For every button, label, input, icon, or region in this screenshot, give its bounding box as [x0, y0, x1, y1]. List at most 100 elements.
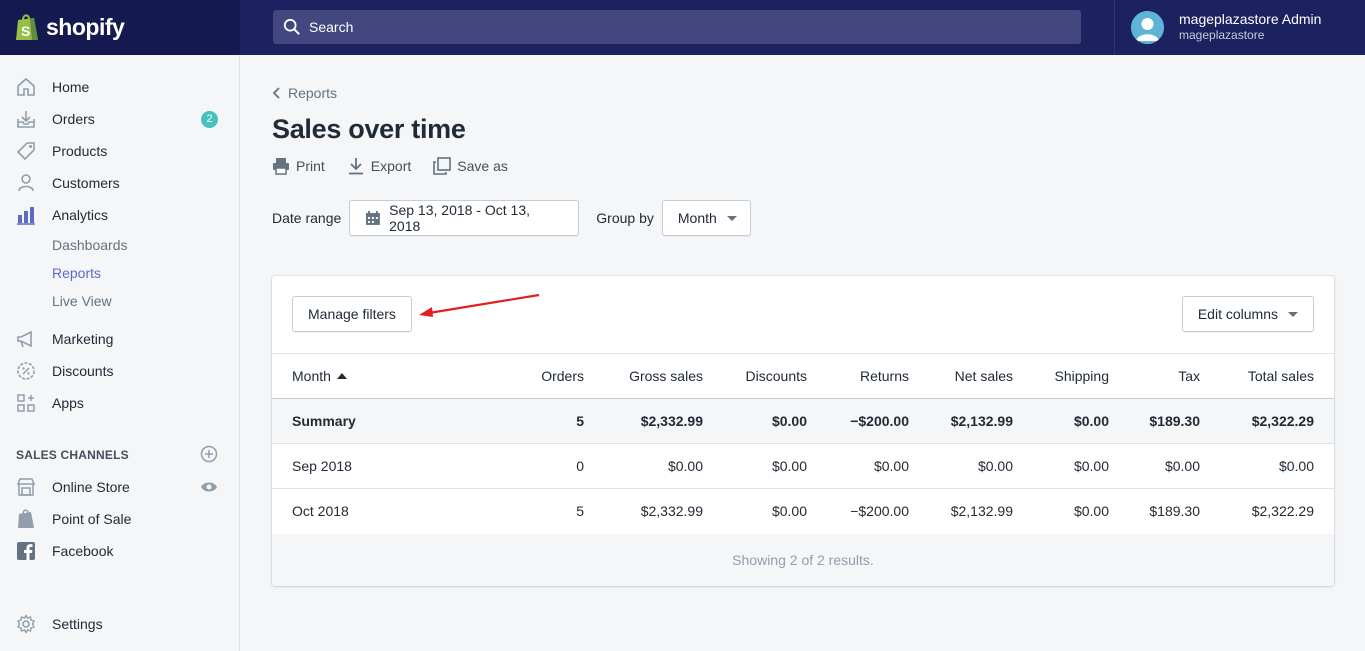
sidebar-item-settings[interactable]: Settings [0, 609, 239, 639]
column-header[interactable]: Shipping [1013, 354, 1110, 399]
sidebar-item-label: Products [52, 143, 108, 159]
sidebar-item-home[interactable]: Home [0, 72, 239, 102]
account-menu[interactable]: mageplazastore Admin mageplazastore [1114, 0, 1365, 55]
table-cell: $0.00 [1200, 443, 1334, 489]
eye-icon[interactable] [200, 478, 218, 496]
shopify-logo[interactable]: S shopify [14, 12, 125, 42]
sidebar-item-point-of-sale[interactable]: Point of Sale [0, 504, 239, 534]
export-button[interactable]: Export [347, 157, 411, 175]
print-label: Print [296, 158, 325, 174]
store-icon [15, 476, 37, 498]
sidebar-item-facebook[interactable]: Facebook [0, 536, 239, 566]
table-cell: $0.00 [584, 443, 703, 489]
sidebar-item-label: Discounts [52, 363, 114, 379]
orders-count-badge: 2 [201, 110, 218, 128]
save-as-button[interactable]: Save as [433, 157, 508, 175]
group-by-label: Group by [596, 210, 654, 226]
table-row: Oct 2018 5 $2,332.99 $0.00 −$200.00 $2,1… [272, 489, 1334, 534]
group-by-value: Month [677, 210, 717, 226]
sidebar-subitem-live-view[interactable]: Live View [52, 293, 112, 309]
print-button[interactable]: Print [272, 157, 325, 175]
add-channel-icon[interactable] [200, 445, 218, 463]
sidebar-item-apps[interactable]: Apps [0, 388, 239, 418]
sidebar-item-analytics[interactable]: Analytics [0, 200, 239, 230]
results-count: Showing 2 of 2 results. [732, 552, 874, 568]
table-cell: Oct 2018 [292, 503, 349, 520]
table-cell: $189.30 [1149, 503, 1200, 520]
duplicate-icon [433, 157, 452, 175]
table-cell: $0.00 [703, 443, 807, 489]
table-cell: $0.00 [909, 443, 1013, 489]
manage-filters-label: Manage filters [308, 306, 396, 322]
sidebar-item-label: Customers [52, 175, 120, 191]
sidebar-subitem-dashboards[interactable]: Dashboards [52, 237, 128, 253]
breadcrumb-label: Reports [288, 85, 338, 101]
column-header[interactable]: Returns [807, 354, 909, 399]
user-avatar-icon [1131, 11, 1164, 44]
column-header[interactable]: Tax [1109, 354, 1200, 399]
table-cell: $0.00 [1013, 443, 1109, 489]
svg-text:S: S [21, 23, 30, 39]
search-icon [283, 18, 300, 35]
sidebar-subitem-reports[interactable]: Reports [52, 265, 101, 281]
shopify-bag-icon: S [16, 14, 38, 40]
table-cell: $0.00 [807, 443, 909, 489]
column-header[interactable]: Total sales [1200, 354, 1334, 399]
manage-filters-button[interactable]: Manage filters [292, 296, 412, 332]
sales-table: Month Orders Gross sales Discounts Retur… [272, 353, 1334, 534]
page-title: Sales over time [272, 114, 466, 144]
table-footer: Showing 2 of 2 results. [272, 534, 1334, 586]
search-placeholder: Search [309, 19, 354, 35]
sidebar-item-label: Settings [52, 616, 103, 632]
sidebar-item-discounts[interactable]: Discounts [0, 356, 239, 386]
table-cell: 5 [576, 503, 584, 520]
search-bar[interactable]: Search [273, 10, 1081, 44]
gear-icon [15, 613, 37, 635]
person-icon [15, 172, 37, 194]
sales-channels-heading: SALES CHANNELS [16, 448, 129, 462]
table-cell: $2,322.29 [1200, 398, 1334, 444]
column-header-month[interactable]: Month [272, 354, 504, 399]
column-header[interactable]: Orders [504, 354, 584, 399]
table-row: Sep 2018 0 $0.00 $0.00 $0.00 $0.00 $0.00… [272, 443, 1334, 489]
edit-columns-button[interactable]: Edit columns [1181, 296, 1314, 332]
column-header[interactable]: Discounts [703, 354, 807, 399]
table-cell: Sep 2018 [272, 443, 504, 489]
sidebar-item-orders[interactable]: Orders 2 [0, 104, 239, 134]
column-header[interactable]: Gross sales [584, 354, 703, 399]
analytics-icon [15, 204, 37, 226]
summary-row: Summary 5 $2,332.99 $0.00 −$200.00 $2,13… [272, 398, 1334, 444]
report-filters: Date range Sep 13, 2018 - Oct 13, 2018 G… [272, 200, 751, 236]
date-range-label: Date range [272, 210, 342, 226]
table-cell: 5 [504, 398, 584, 444]
calendar-icon [366, 211, 381, 225]
annotation-arrow [419, 293, 540, 317]
date-range-button[interactable]: Sep 13, 2018 - Oct 13, 2018 [349, 200, 580, 236]
table-cell: −$200.00 [850, 503, 909, 520]
column-header[interactable]: Net sales [909, 354, 1013, 399]
table-cell: $2,132.99 [909, 398, 1013, 444]
sidebar-item-products[interactable]: Products [0, 136, 239, 166]
brand-name: shopify [46, 13, 125, 40]
caret-down-icon [726, 215, 737, 221]
table-cell: $0.00 [771, 503, 807, 520]
table-cell: Summary [272, 398, 504, 444]
sidebar-item-customers[interactable]: Customers [0, 168, 239, 198]
table-cell: $0.00 [1013, 398, 1109, 444]
edit-columns-label: Edit columns [1197, 306, 1278, 322]
sidebar-item-marketing[interactable]: Marketing [0, 324, 239, 354]
table-cell: $0.00 [1109, 443, 1200, 489]
megaphone-icon [15, 328, 37, 350]
facebook-icon [15, 540, 37, 562]
table-cell: $189.30 [1109, 398, 1200, 444]
breadcrumb[interactable]: Reports [272, 85, 337, 101]
date-range-value: Sep 13, 2018 - Oct 13, 2018 [389, 202, 530, 234]
group-by-select[interactable]: Month [661, 200, 751, 236]
sidebar-item-label: Home [52, 79, 90, 95]
chevron-left-icon [272, 87, 280, 99]
sidebar-item-label: Analytics [52, 207, 109, 223]
top-bar: S shopify Search mageplazastore Admin ma… [0, 0, 1365, 55]
table-cell: $0.00 [1073, 503, 1109, 520]
table-cell: 0 [504, 443, 584, 489]
report-card: Manage filters Edit columns Month Orders… [272, 276, 1334, 586]
